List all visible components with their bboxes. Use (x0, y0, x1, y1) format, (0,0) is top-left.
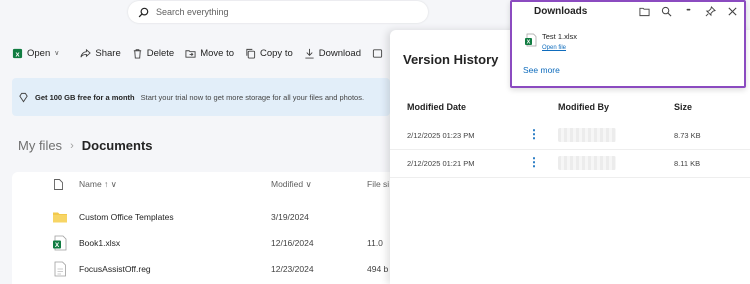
file-row[interactable]: X Book1.xlsx 12/16/2024 11.0 (12, 230, 390, 255)
version-history-title: Version History (403, 52, 499, 67)
column-size: Size (674, 102, 693, 112)
file-list-header: Name ↑ ∨ Modified ∨ File si (12, 179, 390, 193)
breadcrumb-my-files[interactable]: My files (18, 138, 62, 153)
move-to-button[interactable]: Move to (185, 48, 234, 59)
version-date: 2/12/2025 01:21 PM (407, 159, 475, 168)
file-name: FocusAssistOff.reg (79, 264, 151, 274)
open-button[interactable]: x Open ∨ (12, 48, 59, 59)
search-placeholder: Search everything (156, 7, 229, 17)
breadcrumb: My files › Documents (18, 138, 153, 153)
file-size: 494 b (367, 264, 389, 274)
download-icon (305, 48, 314, 59)
move-to-label: Move to (200, 47, 234, 59)
svg-text:X: X (55, 242, 60, 249)
file-row[interactable]: FocusAssistOff.reg 12/23/2024 494 b (12, 256, 390, 281)
chevron-right-icon: › (70, 139, 74, 152)
downloads-flyout: Downloads ••• X Test 1.xlsx Open file Se… (510, 0, 746, 88)
reg-file-icon (54, 261, 66, 277)
share-label: Share (95, 47, 121, 59)
downloaded-file-name: Test 1.xlsx (542, 32, 578, 41)
excel-file-icon: X (53, 235, 67, 251)
more-options-icon[interactable]: ⋮ (528, 155, 540, 169)
open-folder-icon[interactable] (638, 5, 650, 17)
excel-file-icon: X (525, 33, 537, 47)
open-file-link[interactable]: Open file (542, 45, 566, 51)
see-more-link[interactable]: See more (523, 65, 560, 75)
file-row[interactable]: Custom Office Templates 3/19/2024 (12, 204, 390, 229)
folder-icon (53, 212, 67, 223)
version-row[interactable]: 2/12/2025 01:21 PM ⋮ 8.11 KB (390, 150, 750, 178)
excel-icon: x (12, 48, 23, 58)
file-list: Name ↑ ∨ Modified ∨ File si Custom Offic… (12, 172, 390, 284)
column-modified-date: Modified Date (407, 102, 467, 112)
file-modified: 12/23/2024 (271, 264, 314, 274)
file-name: Custom Office Templates (79, 212, 174, 222)
version-date: 2/12/2025 01:23 PM (407, 131, 475, 140)
promo-title: Get 100 GB free for a month (35, 92, 135, 102)
toolbar: x Open ∨ Share Delete Move to Copy to Do… (12, 38, 392, 68)
column-modified[interactable]: Modified ∨ (271, 179, 312, 190)
column-modified-by: Modified By (558, 102, 609, 112)
file-modified: 3/19/2024 (271, 212, 309, 222)
version-row[interactable]: 2/12/2025 01:23 PM ⋮ 8.73 KB (390, 122, 750, 150)
search-input[interactable]: Search everything (128, 1, 428, 23)
chevron-down-icon: ∨ (54, 50, 60, 57)
download-label: Download (318, 47, 361, 59)
modified-by-redacted (558, 156, 616, 170)
storage-promo-banner[interactable]: Get 100 GB free for a month Start your t… (12, 78, 390, 116)
copy-to-button[interactable]: Copy to (245, 48, 293, 59)
overflow-icon (372, 48, 383, 58)
open-label: Open (27, 47, 51, 59)
trash-icon (133, 48, 141, 59)
delete-button[interactable]: Delete (132, 48, 174, 59)
close-icon[interactable] (726, 5, 738, 17)
file-size: 11.0 (367, 238, 383, 248)
download-button[interactable]: Download (304, 48, 361, 59)
share-icon (80, 48, 92, 57)
diamond-icon (19, 92, 28, 102)
modified-by-redacted (558, 128, 616, 142)
downloads-actions: ••• (638, 5, 748, 17)
column-file-size[interactable]: File si (367, 179, 389, 189)
more-options-icon[interactable]: ⋮ (528, 127, 540, 141)
file-type-icon (54, 179, 63, 192)
downloads-title: Downloads (534, 6, 588, 17)
pin-icon[interactable] (704, 5, 716, 17)
column-name[interactable]: Name ↑ ∨ (79, 179, 117, 190)
svg-text:X: X (527, 40, 531, 46)
search-icon (138, 7, 149, 17)
move-folder-icon (185, 49, 196, 58)
more-options-icon[interactable]: ••• (682, 5, 694, 17)
delete-label: Delete (146, 47, 175, 59)
copy-icon (246, 48, 256, 59)
promo-text: Start your trial now to get more storage… (140, 92, 365, 102)
version-size: 8.11 KB (674, 159, 701, 168)
search-downloads-icon[interactable] (660, 5, 672, 17)
more-toolbar-button[interactable] (372, 48, 387, 59)
file-name: Book1.xlsx (79, 238, 121, 248)
file-modified: 12/16/2024 (271, 238, 314, 248)
breadcrumb-documents: Documents (81, 138, 153, 153)
copy-to-label: Copy to (260, 47, 293, 59)
version-size: 8.73 KB (674, 131, 701, 140)
share-button[interactable]: Share (80, 47, 121, 59)
